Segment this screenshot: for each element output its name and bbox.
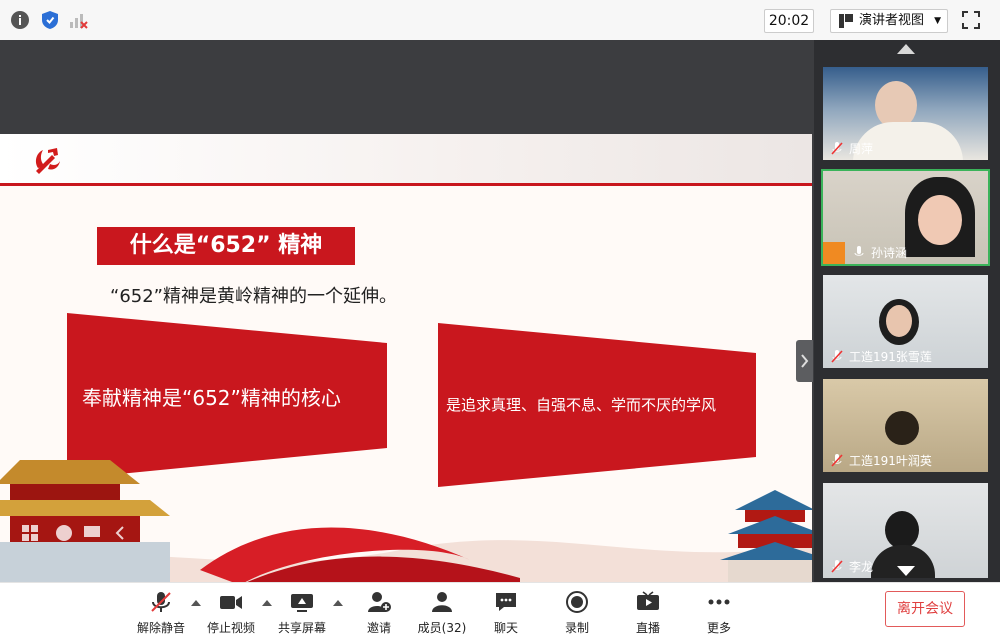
slide-title-box: 什么是“652” 精神 [97, 227, 355, 265]
fullscreen-icon[interactable] [962, 11, 980, 29]
participant-tile-active[interactable]: 孙诗涵 [821, 169, 990, 266]
collapse-panel-button[interactable] [796, 340, 813, 382]
more-label: 更多 [706, 621, 731, 635]
participant-face [918, 195, 962, 245]
mic-muted-icon [831, 350, 843, 363]
meeting-timer: 20:02 [764, 9, 814, 33]
shared-screen-area: 什么是“652” 精神 “652”精神是黄岭精神的一个延伸。 奉献精神是“652… [0, 40, 814, 590]
chevron-down-icon: ▼ [934, 16, 941, 26]
party-emblem-icon [35, 148, 60, 174]
slide-header-rule [0, 183, 812, 186]
emoji-icon[interactable] [54, 523, 74, 543]
chevron-up-icon[interactable] [333, 598, 343, 606]
comment-icon[interactable] [82, 523, 102, 543]
scroll-up-icon[interactable] [897, 44, 915, 54]
stop-video-label: 停止视频 [206, 621, 255, 635]
participant-name: 孙诗涵 [871, 246, 908, 260]
presentation-slide: 什么是“652” 精神 “652”精神是黄岭精神的一个延伸。 奉献精神是“652… [0, 134, 812, 590]
grid-icon[interactable] [20, 523, 40, 543]
chevron-up-icon[interactable] [191, 598, 201, 606]
live-stream-button[interactable]: 直播 [618, 587, 678, 635]
signal-icon[interactable] [68, 10, 88, 30]
chevron-left-icon[interactable] [112, 523, 128, 543]
record-button[interactable]: 录制 [547, 587, 607, 635]
participant-hair [885, 411, 919, 445]
left-card-text: 奉献精神是“652”精神的核心 [82, 386, 341, 410]
more-icon [708, 599, 730, 605]
host-badge-icon [823, 242, 845, 264]
unmute-label: 解除静音 [136, 621, 185, 635]
slide-floating-toolbar [16, 520, 136, 546]
share-screen-label: 共享屏幕 [277, 621, 326, 635]
record-icon [566, 591, 588, 613]
participant-tile[interactable]: 工造191张雪莲 [823, 275, 988, 368]
window-top-bar: 20:02 演讲者视图 ▼ [0, 0, 1000, 41]
stop-video-button[interactable]: 停止视频 [201, 587, 261, 635]
view-mode-label: 演讲者视图 [859, 13, 925, 28]
leave-meeting-button[interactable]: 离开会议 [885, 591, 965, 627]
shield-icon[interactable] [40, 10, 60, 30]
participant-tile[interactable]: 李龙 [823, 483, 988, 578]
meeting-control-bar: 解除静音 停止视频 共享屏幕 邀请 成员(32) 聊天 录制 直播 更多 离开会… [0, 582, 1000, 638]
right-card-text: 是追求真理、自强不息、学而不厌的学风 [446, 396, 717, 414]
chevron-up-icon[interactable] [262, 598, 272, 606]
slide-title: 什么是“652” 精神 [129, 233, 323, 258]
share-screen-button[interactable]: 共享屏幕 [272, 587, 332, 635]
live-stream-icon [637, 591, 659, 610]
layout-icon [839, 14, 853, 28]
mic-icon [854, 246, 864, 256]
chat-label: 聊天 [493, 621, 518, 635]
mic-muted-icon [831, 142, 843, 155]
chat-button[interactable]: 聊天 [476, 587, 536, 635]
participant-hair [885, 511, 919, 549]
invite-button[interactable]: 邀请 [349, 587, 409, 635]
unmute-button[interactable]: 解除静音 [131, 587, 191, 635]
members-button[interactable]: 成员(32) [412, 587, 472, 635]
scroll-down-icon[interactable] [897, 566, 915, 576]
participant-name: 工造191叶润英 [849, 454, 932, 468]
record-label: 录制 [564, 621, 589, 635]
participant-tile[interactable]: 周萍 [823, 67, 988, 160]
participant-video-panel: 周萍 孙诗涵 工造191张雪莲 工造191叶润英 李龙 [814, 40, 1000, 582]
video-camera-icon [220, 596, 242, 609]
user-icon [432, 592, 452, 612]
view-mode-dropdown[interactable]: 演讲者视图 ▼ [830, 9, 948, 33]
chevron-right-icon [801, 354, 809, 368]
invite-label: 邀请 [366, 621, 391, 635]
slide-subtitle: “652”精神是黄岭精神的一个延伸。 [110, 286, 398, 307]
slide-header-band [0, 134, 812, 186]
share-screen-icon [291, 594, 313, 612]
chat-icon [496, 593, 516, 611]
add-user-icon [368, 592, 391, 612]
participant-name: 工造191张雪莲 [849, 350, 932, 364]
participant-face [886, 305, 912, 337]
info-icon[interactable] [10, 10, 30, 30]
members-label: 成员(32) [417, 621, 467, 635]
participant-name: 周萍 [849, 142, 874, 156]
mic-muted-icon [151, 592, 171, 612]
more-button[interactable]: 更多 [689, 587, 749, 635]
mic-muted-icon [831, 454, 843, 467]
participant-name: 李龙 [849, 560, 874, 574]
participant-tile[interactable]: 工造191叶润英 [823, 379, 988, 472]
live-stream-label: 直播 [635, 621, 660, 635]
mic-muted-icon [831, 560, 843, 573]
